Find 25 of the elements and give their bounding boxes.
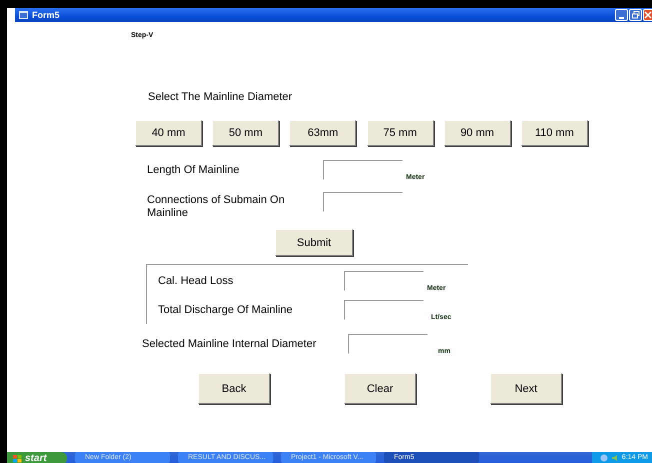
nav-button[interactable]: Next xyxy=(490,373,562,404)
field-label: Cal. Head Loss xyxy=(158,274,234,288)
diameter-button[interactable]: 90 mm xyxy=(444,120,511,146)
diameter-button[interactable]: 50 mm xyxy=(212,120,280,146)
field-label: Connections of Submain On Mainline xyxy=(147,193,286,220)
nav-button[interactable]: Clear xyxy=(344,373,416,404)
close-button[interactable] xyxy=(643,9,652,21)
submit-button[interactable]: Submit xyxy=(275,229,353,256)
diameter-button[interactable]: 75 mm xyxy=(366,120,434,146)
diameter-prompt: Select The Mainline Diameter xyxy=(148,91,294,104)
window-title: Form5 xyxy=(32,10,61,20)
start-button[interactable]: start xyxy=(7,452,67,463)
flag-icon xyxy=(13,454,22,462)
restore-button[interactable] xyxy=(629,9,642,21)
window-icon xyxy=(19,11,28,19)
restore-icon xyxy=(632,11,640,19)
nav-button[interactable]: Back xyxy=(198,373,270,404)
diameter-button[interactable]: 63mm xyxy=(289,120,356,146)
minimize-button[interactable] xyxy=(615,9,628,21)
diameter-button[interactable]: 110 mm xyxy=(520,120,588,146)
field-label: Selected Mainline Internal Diameter xyxy=(142,338,318,350)
field-label: Total Discharge Of Mainline xyxy=(158,304,294,316)
diameter-button[interactable]: 40 mm xyxy=(135,120,202,146)
field-label: Length Of Mainline xyxy=(147,164,240,176)
close-icon xyxy=(644,11,652,19)
